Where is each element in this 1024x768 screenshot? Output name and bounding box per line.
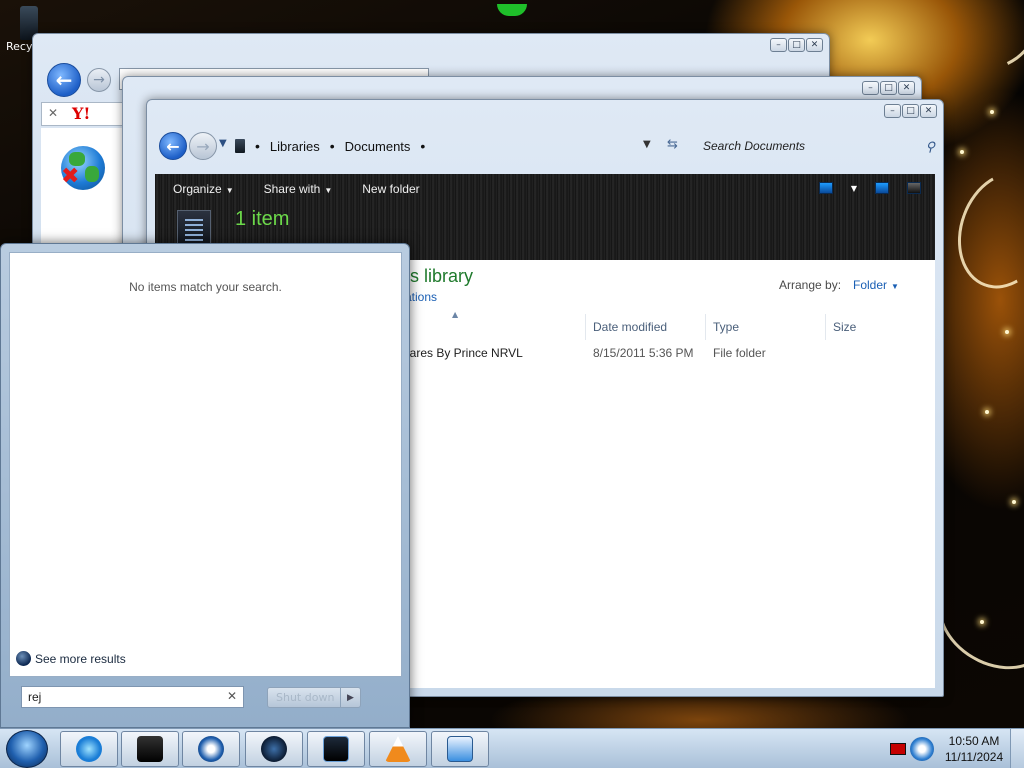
minimize-button[interactable]: – <box>770 38 787 52</box>
maximize-button[interactable]: □ <box>880 81 897 95</box>
taskbar-internet-explorer[interactable] <box>60 731 118 767</box>
clock[interactable]: 10:50 AM 11/11/2024 <box>940 733 1008 765</box>
search-results-icon <box>16 651 31 666</box>
taskbar: 10:50 AM 11/11/2024 <box>0 728 1024 768</box>
organize-button[interactable]: Organize ▼ <box>173 182 234 196</box>
breadcrumb-libraries[interactable]: Libraries <box>270 139 320 154</box>
file-row-name[interactable]: wares By Prince NRVL <box>401 346 523 360</box>
wallpaper-sparkle <box>990 110 994 114</box>
close-button[interactable]: ✕ <box>898 81 915 95</box>
help-icon[interactable] <box>907 182 921 194</box>
wallpaper-swirl <box>942 158 1024 302</box>
file-row-date: 8/15/2011 5:36 PM <box>593 346 694 360</box>
back-button[interactable]: ← <box>47 63 81 97</box>
breadcrumb-documents[interactable]: Documents <box>345 139 411 154</box>
shutdown-button[interactable]: Shut down ▶ <box>267 687 361 708</box>
clock-date: 11/11/2024 <box>944 750 1004 764</box>
column-header-type[interactable]: Type <box>705 314 825 340</box>
shutdown-label: Shut down <box>276 691 335 704</box>
taskbar-vlc[interactable] <box>369 731 427 767</box>
wallpaper-sparkle <box>1005 330 1009 334</box>
clear-search-icon[interactable]: ✕ <box>227 689 237 703</box>
recent-pages-dropdown-icon[interactable]: ▼ <box>219 138 227 149</box>
taskbar-globe[interactable] <box>245 731 303 767</box>
taskbar-media-player[interactable] <box>182 731 240 767</box>
search-input[interactable]: Search Documents ⚲ <box>691 132 941 160</box>
taskbar-network-app[interactable] <box>431 731 489 767</box>
show-desktop-button[interactable] <box>1010 729 1024 768</box>
explorer-icon <box>323 736 349 762</box>
no-results-message: No items match your search. <box>129 280 282 294</box>
wallpaper-sparkle <box>980 620 984 624</box>
shutdown-options-icon[interactable]: ▶ <box>340 688 360 707</box>
error-x-icon: ✖ <box>61 164 80 189</box>
item-count: 1 item <box>235 208 290 230</box>
back-button[interactable]: ← <box>159 132 187 160</box>
maximize-button[interactable]: □ <box>902 104 919 118</box>
minimize-button[interactable]: – <box>884 104 901 118</box>
vlc-icon <box>385 736 411 762</box>
preview-pane-icon[interactable] <box>875 182 889 194</box>
wallpaper-sparkle <box>985 410 989 414</box>
file-row-type: File folder <box>713 346 766 360</box>
see-more-results-link[interactable]: See more results <box>16 651 126 666</box>
desktop: Recy – □ ✕ ← → ✕ Y! ✖ – □ ✕ – □ ✕ ← → ▼ … <box>0 0 1024 728</box>
sort-ascending-icon: ▲ <box>452 310 459 319</box>
arrange-by-dropdown[interactable]: Folder ▼ <box>853 278 899 292</box>
network-tray-icon[interactable] <box>910 737 934 761</box>
view-dropdown-icon[interactable]: ▼ <box>851 184 857 193</box>
wallpaper-sparkle <box>960 150 964 154</box>
breadcrumb-separator[interactable]: • <box>420 138 425 154</box>
breadcrumb-separator[interactable]: • <box>255 138 260 154</box>
library-icon <box>137 736 163 762</box>
network-app-icon <box>447 736 473 762</box>
start-button[interactable] <box>6 730 48 768</box>
taskbar-library[interactable] <box>121 731 179 767</box>
yahoo-logo-icon: Y! <box>72 104 91 123</box>
close-button[interactable]: ✕ <box>920 104 937 118</box>
change-view-icon[interactable] <box>818 182 833 194</box>
close-button[interactable]: ✕ <box>806 38 823 52</box>
mid-caption-buttons: – □ ✕ <box>862 81 915 95</box>
column-header-size[interactable]: Size <box>825 314 905 340</box>
explorer-address-bar: ← → ▼ • Libraries • Documents • ▼ ⇆ Sear… <box>155 130 935 164</box>
media-player-icon <box>198 736 224 762</box>
start-search-value: rej <box>28 690 42 704</box>
flag-tray-icon[interactable] <box>890 743 906 755</box>
arrange-by-label: Arrange by: <box>779 278 842 292</box>
globe-icon <box>261 736 287 762</box>
explorer-caption-buttons: – □ ✕ <box>884 104 937 118</box>
minimize-button[interactable]: – <box>862 81 879 95</box>
search-placeholder: Search Documents <box>703 139 806 153</box>
forward-button[interactable]: → <box>189 132 217 160</box>
column-header-date-modified[interactable]: Date modified <box>585 314 705 340</box>
system-tray <box>888 731 940 767</box>
wallpaper-swirl <box>914 0 1024 86</box>
start-menu: No items match your search. See more res… <box>0 243 410 728</box>
start-search-input[interactable]: rej ✕ <box>21 686 244 708</box>
share-with-button[interactable]: Share with ▼ <box>264 182 333 196</box>
search-results-pane: No items match your search. See more res… <box>9 252 402 677</box>
address-dropdown-icon[interactable]: ▼ <box>643 139 651 150</box>
wallpaper-sparkle <box>1012 500 1016 504</box>
clock-time: 10:50 AM <box>948 734 1000 748</box>
internet-explorer-icon <box>76 736 102 762</box>
breadcrumb[interactable]: • Libraries • Documents • <box>235 132 655 160</box>
new-folder-button[interactable]: New folder <box>362 182 419 196</box>
breadcrumb-separator[interactable]: • <box>330 138 335 154</box>
search-icon[interactable]: ⚲ <box>925 139 935 155</box>
maximize-button[interactable]: □ <box>788 38 805 52</box>
tab-close-icon[interactable]: ✕ <box>48 106 58 120</box>
library-icon <box>235 139 245 153</box>
refresh-icon[interactable]: ⇆ <box>667 137 678 152</box>
taskbar-explorer[interactable] <box>307 731 365 767</box>
browser-caption-buttons: – □ ✕ <box>770 38 823 52</box>
forward-button[interactable]: → <box>87 68 111 92</box>
library-title: ts library <box>405 266 474 286</box>
desktop-green-gadget <box>497 4 527 16</box>
